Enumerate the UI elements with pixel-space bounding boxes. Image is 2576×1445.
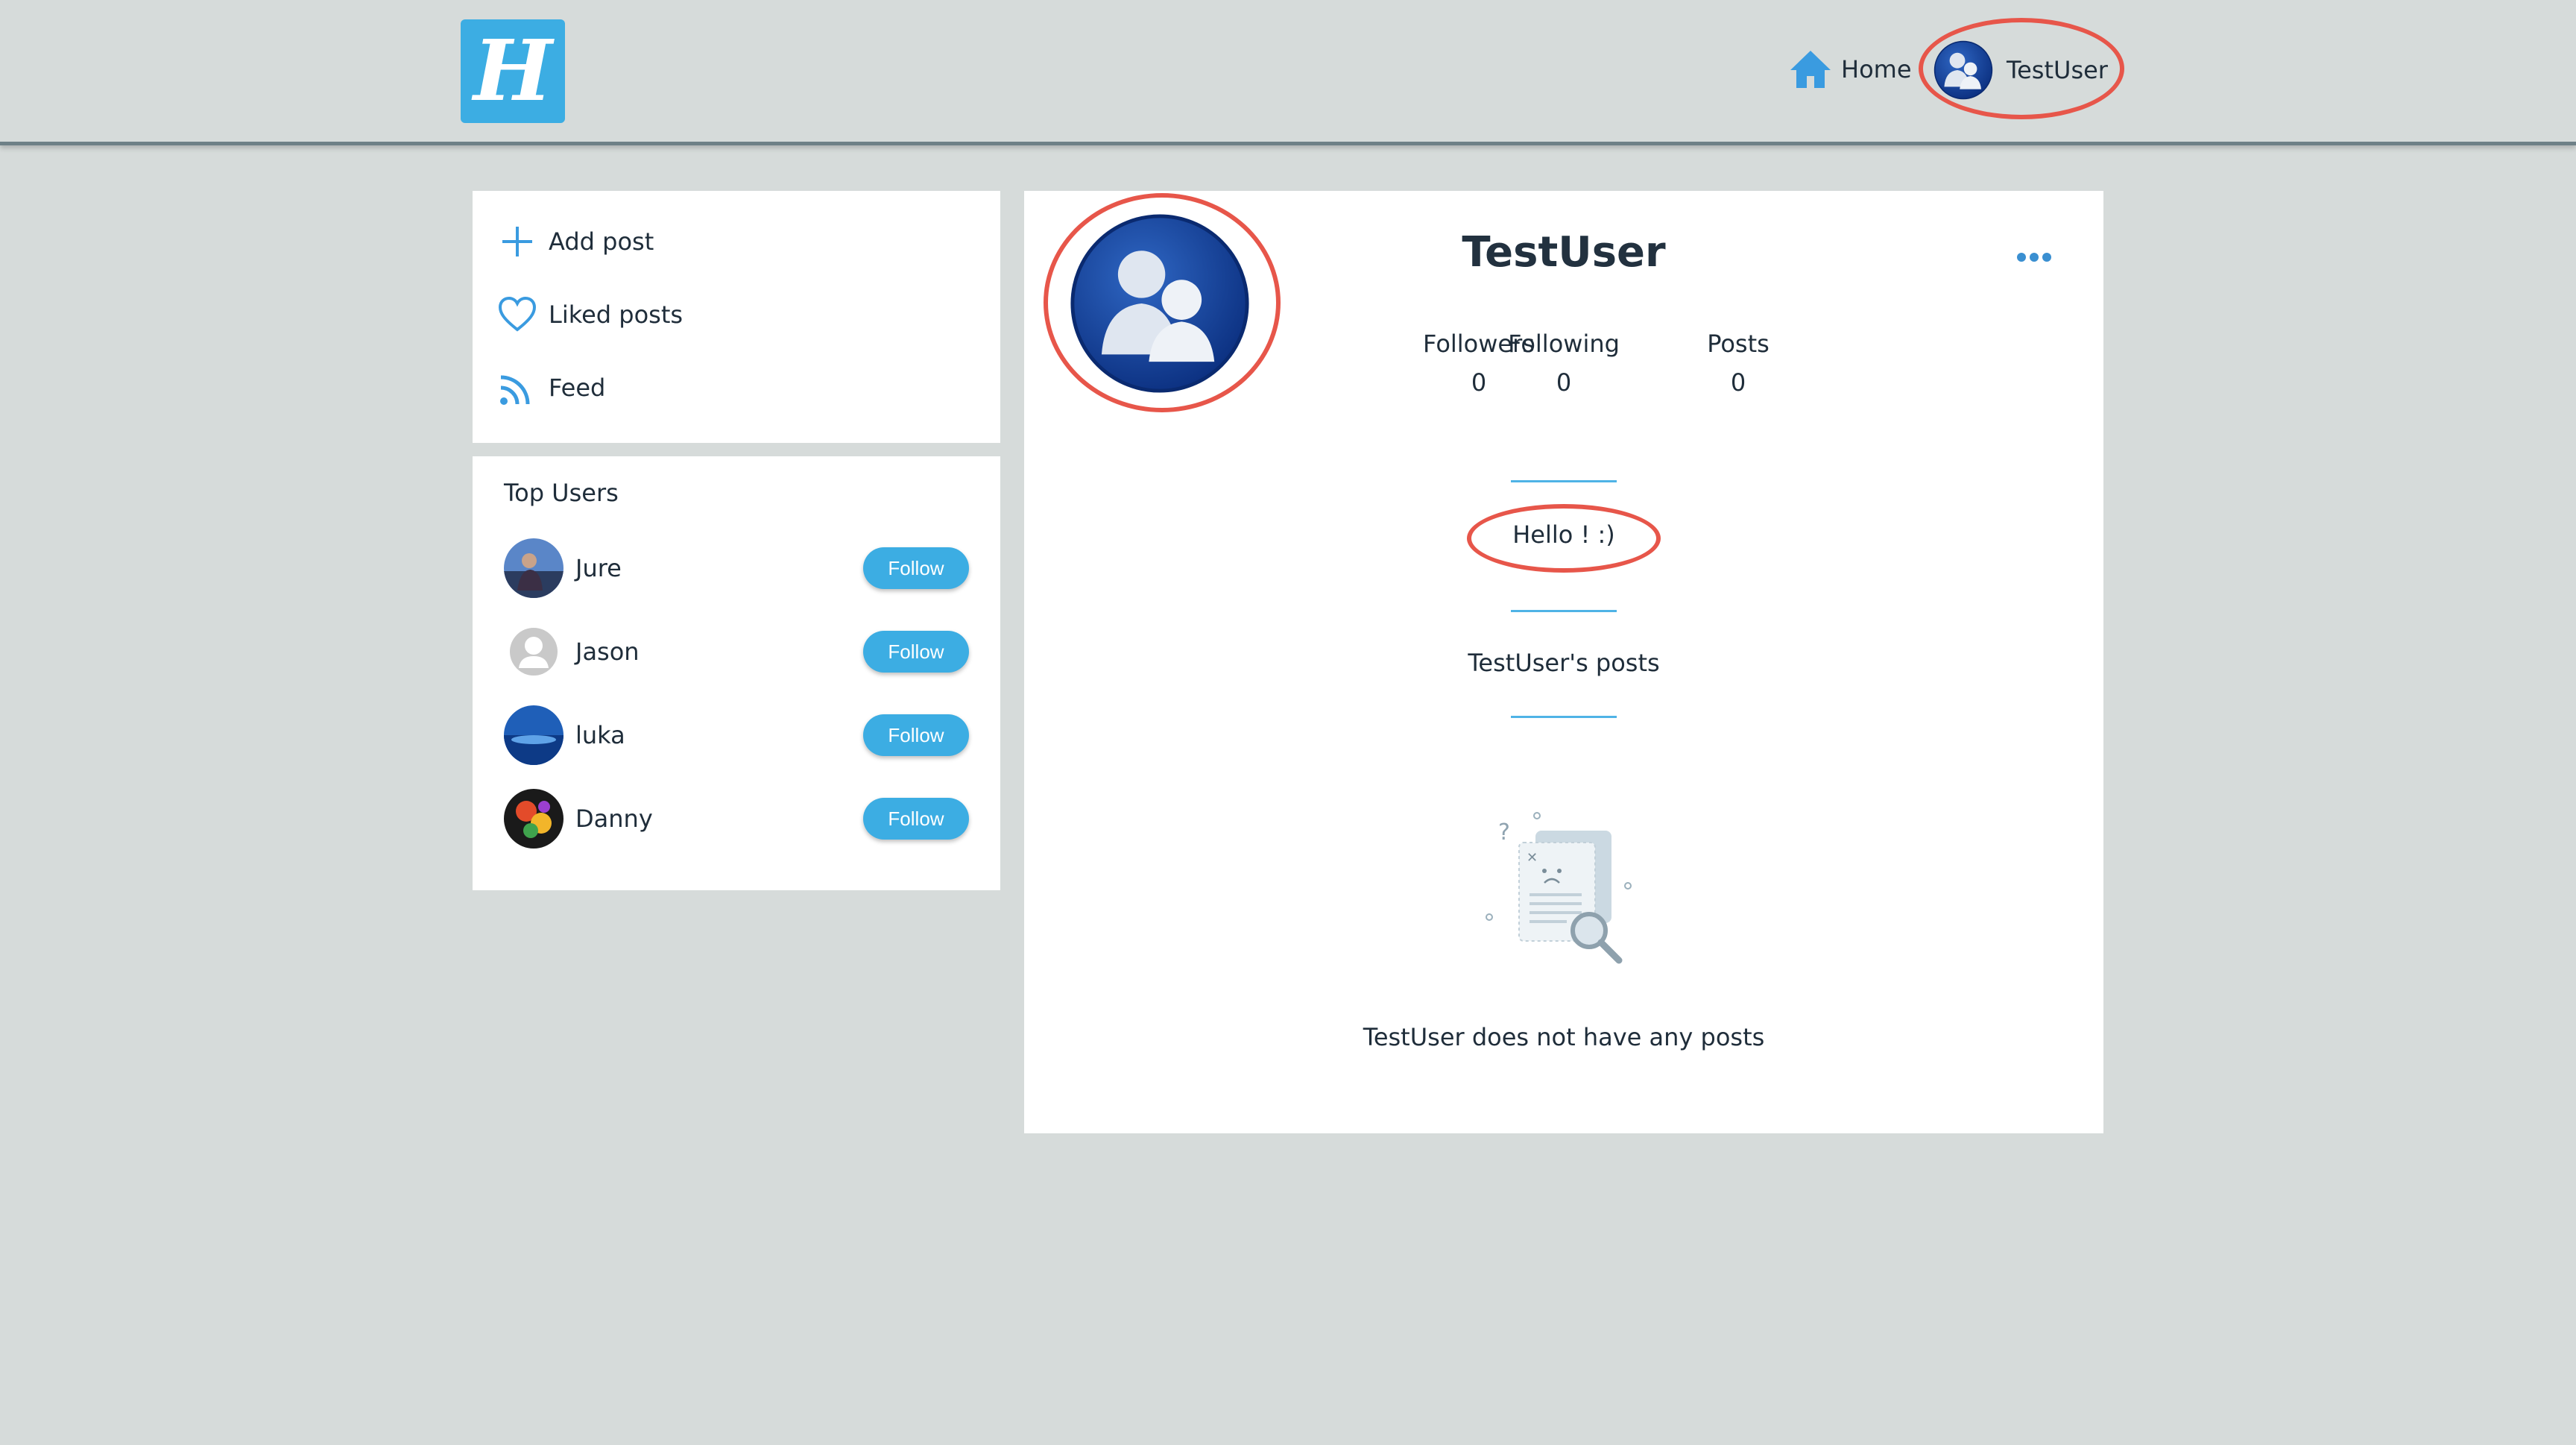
avatar[interactable] [504,538,564,598]
avatar[interactable] [504,789,564,849]
svg-text:?: ? [1498,819,1510,846]
divider [1511,716,1617,718]
divider [1511,480,1617,482]
stat-value: 0 [1556,368,1572,397]
nav-home-link[interactable]: Home [1787,43,1912,95]
empty-posts-message: TestUser does not have any posts [1363,1023,1765,1051]
list-item: luka Follow [504,705,969,765]
user-name[interactable]: Danny [575,805,863,833]
profile-bio: Hello ! :) [1512,520,1615,549]
stat-value: 0 [1730,368,1746,397]
more-options-icon[interactable] [2017,251,2056,267]
sidebar-item-label: Liked posts [549,300,684,329]
app-logo[interactable]: H [461,19,565,123]
follow-button[interactable]: Follow [863,547,969,589]
follow-button[interactable]: Follow [863,631,969,673]
list-item: Danny Follow [504,789,969,849]
stat-label: Following [1508,330,1620,358]
svg-text:✕: ✕ [1527,850,1538,866]
stat-label: Posts [1707,330,1770,358]
empty-posts-illustration-icon: ? ✕ [1486,812,1632,964]
profile-card: TestUser Followers 0 Following 0 Posts 0… [1024,191,2103,1133]
avatar[interactable] [504,622,564,681]
profile-username: TestUser [1462,228,1666,277]
follow-button[interactable]: Follow [863,798,969,840]
rss-icon [500,375,530,405]
divider [1511,610,1617,612]
home-icon [1790,51,1831,88]
sidebar-item-liked-posts[interactable]: Liked posts [498,292,683,337]
posts-section-title: TestUser's posts [1468,649,1660,677]
stat-following[interactable]: Following 0 [1474,330,1653,397]
nav-home-label: Home [1841,55,1912,84]
sidebar-item-add-post[interactable]: Add post [498,219,654,264]
avatar[interactable] [504,705,564,765]
user-name[interactable]: Jure [575,554,863,582]
sidebar-menu: Add post Liked posts Feed [473,191,1000,443]
highlight-ring [1919,18,2124,119]
user-name[interactable]: Jason [575,638,863,666]
sidebar-item-label: Feed [549,374,606,402]
user-name[interactable]: luka [575,721,863,749]
heart-icon [498,296,537,332]
follow-button[interactable]: Follow [863,714,969,756]
plus-icon [502,227,532,256]
sidebar-item-label: Add post [549,227,654,256]
stat-posts[interactable]: Posts 0 [1649,330,1828,397]
list-item: Jason Follow [504,622,969,681]
top-users-title: Top Users [504,479,619,507]
top-navbar: H Home TestUser [0,0,2576,145]
top-users-panel: Top Users Jure Follow Jason Follow luka … [473,456,1000,890]
sidebar-item-feed[interactable]: Feed [498,365,605,410]
list-item: Jure Follow [504,538,969,598]
